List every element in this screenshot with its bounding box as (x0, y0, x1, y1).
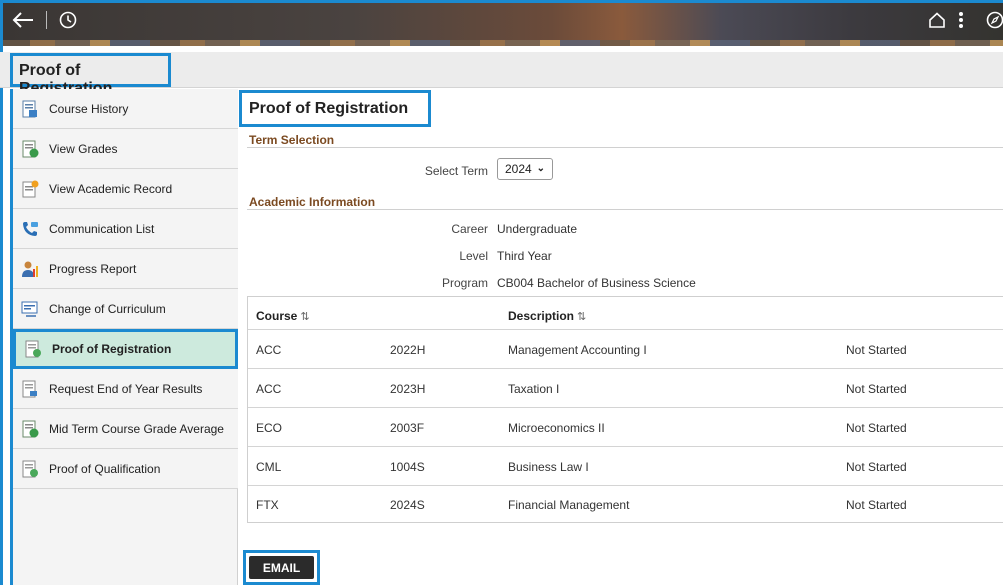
column-header-label: Course (256, 309, 298, 323)
sidebar-item-label: Communication List (49, 221, 155, 236)
course-number: 2023H (390, 382, 426, 396)
sidebar-item-communication-list[interactable]: Communication List (13, 209, 238, 249)
column-header-description[interactable]: Description ⇅ (508, 309, 586, 323)
level-label: Level (459, 249, 488, 263)
course-status: Not Started (846, 421, 907, 435)
communication-icon (23, 221, 38, 236)
table-row: ACC 2023H Taxation I Not Started (248, 369, 1003, 408)
record-icon (22, 180, 39, 197)
highlight-frame-top (0, 0, 1003, 3)
course-number: 1004S (390, 460, 425, 474)
course-number: 2024S (390, 498, 425, 512)
course-subject: FTX (256, 498, 279, 512)
select-term-label: Select Term (424, 164, 488, 178)
sidebar-item-progress-report[interactable]: Progress Report (13, 249, 238, 289)
sort-icon: ⇅ (577, 311, 587, 323)
level-value: Third Year (497, 249, 552, 263)
program-label: Program (441, 276, 488, 290)
banner-decoration (0, 40, 1003, 46)
course-subject: CML (256, 460, 282, 474)
course-number: 2003F (390, 421, 425, 435)
sidebar-item-request-end-of-year-results[interactable]: Request End of Year Results (13, 369, 238, 409)
navbar-compass-icon[interactable] (984, 8, 1003, 32)
report-icon (22, 100, 37, 117)
course-status: Not Started (846, 343, 907, 357)
course-subject: ACC (256, 382, 282, 396)
grades-icon (22, 140, 39, 157)
sidebar-item-label: Mid Term Course Grade Average (49, 421, 224, 436)
sidebar-item-mid-term-course-grade-average[interactable]: Mid Term Course Grade Average (13, 409, 238, 449)
sort-icon: ⇅ (300, 311, 310, 323)
sidebar-item-label: Course History (49, 101, 129, 116)
course-status: Not Started (846, 460, 907, 474)
email-button-highlight: EMAIL (243, 550, 320, 585)
sidebar-item-course-history[interactable]: Course History (13, 89, 238, 129)
course-description: Microeconomics II (508, 421, 605, 435)
course-subject: ECO (256, 421, 283, 435)
course-status: Not Started (846, 382, 907, 396)
sidebar-nav: Course History View Grades View Academic… (10, 89, 238, 585)
page-title: Proof of Registration (10, 53, 171, 97)
course-number: 2022H (390, 343, 426, 357)
career-value: Undergraduate (497, 222, 578, 236)
table-row: CML 1004S Business Law I Not Started (248, 447, 1003, 486)
academic-information-title: Academic Information (249, 195, 376, 209)
grades-icon (22, 420, 39, 437)
course-description: Taxation I (508, 382, 560, 396)
section-divider (247, 147, 1003, 148)
more-options-icon[interactable] (953, 8, 969, 32)
sidebar-item-label: View Grades (49, 141, 118, 156)
sidebar-item-label: Request End of Year Results (49, 381, 203, 396)
course-table: Course ⇅ Description ⇅ ACC 2022H Managemen… (247, 296, 1003, 523)
section-divider (247, 209, 1003, 210)
toolbar-separator (46, 11, 47, 29)
request-icon (22, 380, 37, 397)
table-row: FTX 2024S Financial Management Not Start… (248, 486, 1003, 523)
sidebar-item-proof-of-registration[interactable]: Proof of Registration (13, 329, 238, 369)
table-header-row: Course ⇅ Description ⇅ (248, 297, 1003, 330)
sidebar-item-label: Progress Report (49, 261, 137, 276)
term-select[interactable]: 2024 ⌄ (497, 158, 553, 180)
back-arrow-icon[interactable] (10, 8, 36, 32)
main-heading: Proof of Registration (239, 90, 431, 127)
curriculum-icon (21, 301, 38, 317)
sidebar-item-view-academic-record[interactable]: View Academic Record (13, 169, 238, 209)
sidebar-item-label: Change of Curriculum (49, 301, 166, 316)
chevron-down-icon: ⌄ (536, 163, 545, 174)
sidebar-item-label: View Academic Record (49, 181, 173, 196)
sidebar-item-proof-of-qualification[interactable]: Proof of Qualification (13, 449, 238, 489)
history-icon[interactable] (56, 8, 80, 32)
document-icon (25, 340, 41, 358)
term-select-value: 2024 (505, 162, 532, 176)
career-label: Career (451, 222, 488, 236)
table-row: ACC 2022H Management Accounting I Not St… (248, 330, 1003, 369)
course-description: Business Law I (508, 460, 589, 474)
table-row: ECO 2003F Microeconomics II Not Started (248, 408, 1003, 447)
email-button[interactable]: EMAIL (249, 556, 314, 579)
course-description: Financial Management (508, 498, 630, 512)
sidebar-item-label: Proof of Qualification (49, 461, 161, 476)
progress-icon (22, 261, 38, 277)
document-icon (22, 460, 38, 477)
term-selection-title: Term Selection (249, 133, 335, 147)
course-status: Not Started (846, 498, 907, 512)
sidebar-item-view-grades[interactable]: View Grades (13, 129, 238, 169)
course-description: Management Accounting I (508, 343, 647, 357)
top-banner (0, 0, 1003, 46)
home-icon[interactable] (925, 8, 949, 32)
sidebar-item-change-of-curriculum[interactable]: Change of Curriculum (13, 289, 238, 329)
course-subject: ACC (256, 343, 282, 357)
sidebar-item-label: Proof of Registration (52, 342, 172, 356)
column-header-course[interactable]: Course ⇅ (256, 309, 310, 323)
column-header-label: Description (508, 309, 575, 323)
program-value: CB004 Bachelor of Business Science (497, 276, 696, 290)
